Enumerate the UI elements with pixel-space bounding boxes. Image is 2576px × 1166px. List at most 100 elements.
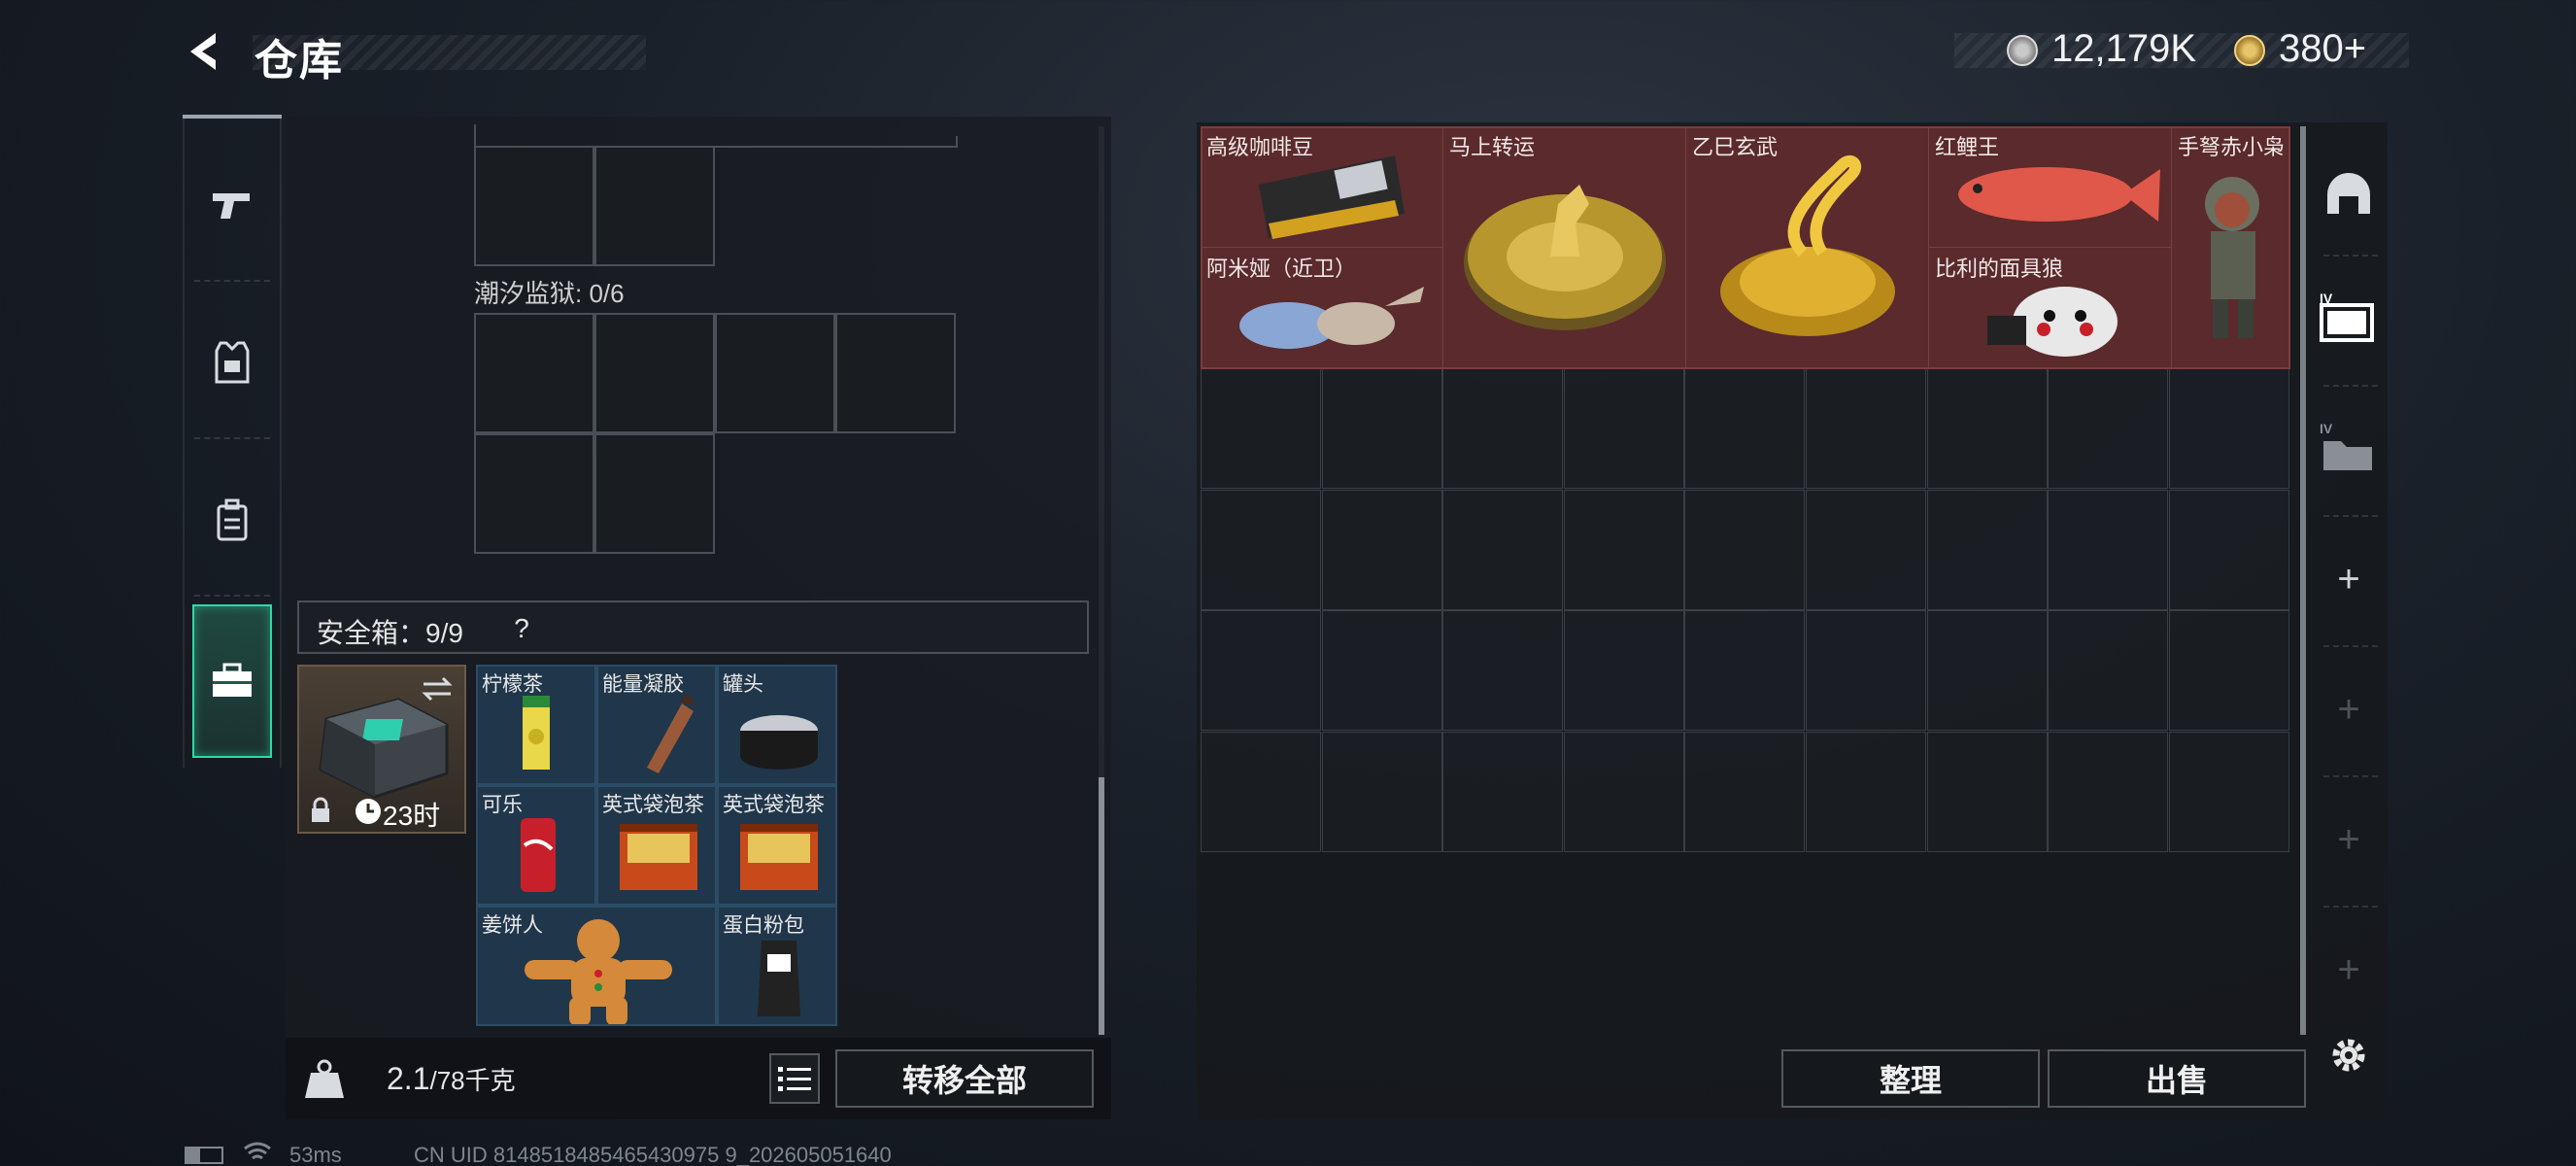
stash-slot[interactable] <box>1442 489 1564 610</box>
protein-pack-icon <box>758 941 800 1016</box>
tide-prison-slot[interactable] <box>715 313 835 433</box>
tide-prison-slot[interactable] <box>474 313 594 433</box>
safe-box-item[interactable] <box>297 665 466 834</box>
stash-slot[interactable] <box>1201 368 1321 490</box>
page-title: 仓库 <box>254 37 344 85</box>
tide-prison-slot[interactable] <box>835 313 956 433</box>
stash-slot[interactable] <box>2048 610 2169 732</box>
stash-slot[interactable] <box>1442 368 1564 490</box>
stash-slot[interactable] <box>1321 732 1442 852</box>
rail-divider <box>194 595 270 597</box>
container-slot[interactable] <box>474 146 594 266</box>
stash-slot[interactable] <box>1926 489 2048 610</box>
stash-item-crossbow-owl[interactable]: 手弩赤小枭 <box>2172 126 2290 369</box>
stash-slot[interactable] <box>1442 732 1564 852</box>
backpack-icon <box>217 498 248 541</box>
stash-slot[interactable] <box>2048 489 2169 610</box>
rail-divider <box>2323 385 2378 387</box>
uid-label: CN UID 8148518485465430975 9_20260505164… <box>414 1143 892 1166</box>
nav-safe-box-button[interactable] <box>190 639 274 723</box>
stash-tab-4-button[interactable]: IV <box>2316 286 2382 352</box>
stash-slot[interactable] <box>2168 732 2289 852</box>
crossbow-figure-icon <box>2205 177 2259 338</box>
safe-box-capacity: 安全箱：9/9 <box>317 618 463 648</box>
stash-slot[interactable] <box>1201 732 1321 852</box>
left-scrollbar-thumb[interactable] <box>1099 777 1104 1035</box>
container-slot-edge <box>474 124 476 148</box>
stash-tab-folder-button[interactable]: IV <box>2316 416 2382 482</box>
safe-box-timer: 23时 <box>383 801 441 831</box>
stash-slot[interactable] <box>1684 732 1806 852</box>
stash-slot[interactable] <box>1926 610 2048 732</box>
safe-item-english-tea[interactable]: 英式袋泡茶 <box>717 785 837 906</box>
container-slot-edge <box>715 136 958 148</box>
stash-slot[interactable] <box>1201 489 1321 610</box>
stash-slot[interactable] <box>1201 610 1321 732</box>
stash-slot[interactable] <box>2048 368 2169 490</box>
safe-item-lemon-tea[interactable]: 柠檬茶 <box>476 665 596 785</box>
rail-divider <box>2323 775 2378 777</box>
stash-slot[interactable] <box>1321 610 1442 732</box>
back-arrow-icon[interactable] <box>181 27 229 76</box>
safe-item-cola[interactable]: 可乐 <box>476 785 596 906</box>
tea-tin-icon <box>740 824 818 890</box>
red-carp-icon <box>1958 167 2160 222</box>
stash-slot[interactable] <box>2168 489 2289 610</box>
stash-slot[interactable] <box>1926 368 2048 490</box>
stash-slot[interactable] <box>1806 489 1926 610</box>
nav-armor-button[interactable] <box>190 321 274 404</box>
safe-item-gingerbread-man[interactable]: 姜饼人 <box>476 906 717 1026</box>
help-icon[interactable]: ? <box>505 612 538 645</box>
stash-slot[interactable] <box>2168 368 2289 490</box>
list-view-button[interactable] <box>769 1053 820 1104</box>
stash-slot[interactable] <box>1563 610 1684 732</box>
stash-slot[interactable] <box>1563 489 1684 610</box>
tide-prison-slot[interactable] <box>594 433 715 554</box>
stash-item-black-tortoise[interactable]: 乙巳玄武 <box>1686 126 1929 369</box>
settings-button[interactable] <box>2316 1022 2382 1088</box>
safe-item-english-tea[interactable]: 英式袋泡茶 <box>596 785 717 906</box>
safe-item-energy-gel[interactable]: 能量凝胶 <box>596 665 717 785</box>
stash-slot[interactable] <box>1563 368 1684 490</box>
stash-slot[interactable] <box>1321 368 1442 490</box>
safe-item-canned-food[interactable]: 罐头 <box>717 665 837 785</box>
organize-button[interactable]: 整理 <box>1781 1049 2040 1108</box>
stash-scrollbar-thumb[interactable] <box>2300 126 2306 1035</box>
stash-slot[interactable] <box>1321 489 1442 610</box>
golden-tortoise-snake-icon <box>1720 154 1895 336</box>
weight-current: 2.1 <box>387 1061 430 1096</box>
tide-prison-slot[interactable] <box>474 433 594 554</box>
stash-tab-4-icon: IV <box>2320 291 2374 342</box>
container-slot[interactable] <box>594 146 715 266</box>
transfer-all-button[interactable]: 转移全部 <box>835 1049 1094 1108</box>
swap-arrows-icon[interactable] <box>420 674 455 703</box>
lock-icon <box>312 797 329 822</box>
coffee-bag-icon <box>1259 155 1405 239</box>
stash-slot[interactable] <box>2048 732 2169 852</box>
nav-backpack-button[interactable] <box>190 478 274 562</box>
stash-item-billy-mask-wolf[interactable]: 比利的面具狼 <box>1929 248 2172 369</box>
stash-item-red-carp-king[interactable]: 红鲤王 <box>1929 126 2172 248</box>
tide-prison-slot[interactable] <box>594 313 715 433</box>
weight-max: /78千克 <box>429 1066 516 1095</box>
nav-weapon-button[interactable] <box>190 163 274 247</box>
stash-slot[interactable] <box>1684 610 1806 732</box>
stash-item-amiya-guard[interactable]: 阿米娅（近卫） <box>1201 248 1443 369</box>
stash-tab-helmet-button[interactable] <box>2316 161 2382 227</box>
armor-vest-icon <box>215 341 250 384</box>
stash-slot[interactable] <box>1684 489 1806 610</box>
stash-slot[interactable] <box>1563 732 1684 852</box>
stash-slot[interactable] <box>1926 732 2048 852</box>
stash-slot[interactable] <box>1806 732 1926 852</box>
stash-item-good-fortune[interactable]: 马上转运 <box>1443 126 1686 369</box>
add-stash-tab-button[interactable]: + <box>2316 546 2382 612</box>
stash-slot[interactable] <box>1806 610 1926 732</box>
safe-item-protein-powder[interactable]: 蛋白粉包 <box>717 906 837 1026</box>
stash-slot[interactable] <box>2168 610 2289 732</box>
stash-item-premium-coffee-beans[interactable]: 高级咖啡豆 <box>1201 126 1443 248</box>
stash-slot[interactable] <box>1806 368 1926 490</box>
stash-slot[interactable] <box>1442 610 1564 732</box>
stash-slot[interactable] <box>1684 368 1806 490</box>
gun-icon <box>213 193 250 219</box>
sell-button[interactable]: 出售 <box>2048 1049 2306 1108</box>
